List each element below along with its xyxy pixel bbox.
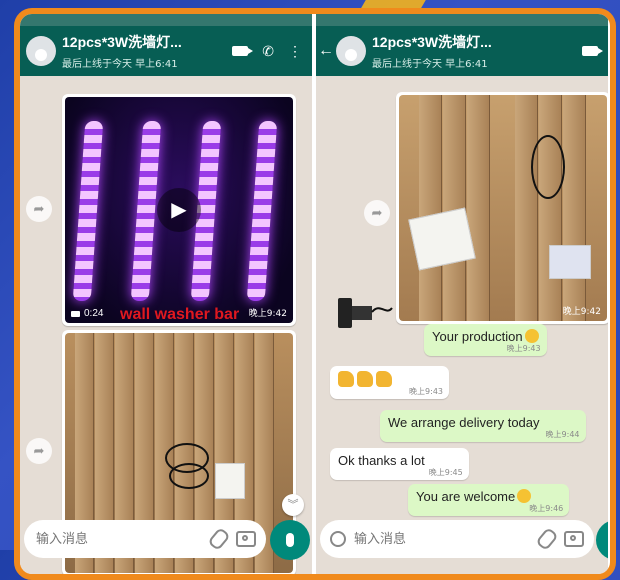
- message-list: ▶ 0:24 晚上9:42 ➦ ➦ ︾: [20, 76, 312, 574]
- avatar[interactable]: [336, 36, 366, 66]
- status-bar: [316, 14, 608, 26]
- message-time: 晚上9:42: [248, 309, 287, 319]
- video-thumbnail: ▶ 0:24 晚上9:42: [65, 97, 293, 323]
- message-bubble[interactable]: You are welcome 晚上9:46: [408, 484, 570, 516]
- camera-icon[interactable]: [564, 531, 584, 547]
- video-camera-icon: [71, 310, 80, 317]
- forward-icon[interactable]: ➦: [26, 438, 52, 464]
- attach-icon[interactable]: [207, 526, 231, 552]
- thumbs-up-icon: [338, 371, 354, 387]
- video-caption: wall washer bar: [120, 306, 240, 323]
- chat-header: 12pcs*3W洗墙灯... 最后上线于今天 早上6:41 ✆ ⋮: [20, 26, 312, 76]
- image-message[interactable]: 晚上9:42: [396, 92, 608, 324]
- emoji-icon[interactable]: [330, 531, 346, 547]
- mic-icon: [286, 533, 294, 547]
- forward-icon[interactable]: ➦: [364, 200, 390, 226]
- status-bar: [20, 14, 312, 26]
- thumbs-up-icon: [357, 371, 373, 387]
- contact-name[interactable]: 12pcs*3W洗墙灯...: [372, 32, 582, 52]
- video-call-icon[interactable]: [232, 46, 254, 56]
- contact-name[interactable]: 12pcs*3W洗墙灯...: [62, 32, 232, 52]
- led-fixture-sketch: [338, 298, 393, 328]
- image-thumbnail: 晚上9:42: [399, 95, 607, 321]
- attach-icon[interactable]: [535, 526, 559, 552]
- forward-icon[interactable]: ➦: [26, 196, 52, 222]
- message-input[interactable]: [34, 530, 202, 548]
- last-seen: 最后上线于今天 早上6:41: [372, 59, 488, 70]
- message-time: 晚上9:42: [562, 307, 601, 317]
- video-duration: 0:24: [71, 308, 103, 319]
- smiley-emoji-icon: [517, 489, 532, 503]
- smiley-emoji-icon: [524, 329, 539, 343]
- message-input-bar: [24, 520, 266, 558]
- message-bubble[interactable]: Your production 晚上9:43: [424, 324, 547, 356]
- more-icon[interactable]: ⋮: [288, 43, 302, 60]
- video-call-icon[interactable]: [582, 46, 603, 56]
- chat-pane-left: 12pcs*3W洗墙灯... 最后上线于今天 早上6:41 ✆ ⋮ ▶ 0:24…: [20, 14, 312, 574]
- back-arrow-icon[interactable]: ←: [318, 42, 334, 60]
- avatar[interactable]: [26, 36, 56, 66]
- phone-icon[interactable]: ✆: [262, 43, 274, 60]
- camera-icon[interactable]: [236, 531, 256, 547]
- message-input[interactable]: [352, 530, 530, 548]
- play-icon[interactable]: ▶: [157, 188, 201, 232]
- mic-button[interactable]: [270, 520, 310, 560]
- message-input-bar: [320, 520, 594, 558]
- screenshot-frame: 12pcs*3W洗墙灯... 最后上线于今天 早上6:41 ✆ ⋮ ▶ 0:24…: [14, 8, 616, 580]
- message-bubble[interactable]: We arrange delivery today 晚上9:44: [380, 410, 586, 442]
- scroll-down-icon[interactable]: ︾: [282, 494, 304, 516]
- chat-header: ← 12pcs*3W洗墙灯... 最后上线于今天 早上6:41: [316, 26, 608, 76]
- thumbs-up-icon: [376, 371, 392, 387]
- message-bubble[interactable]: 晚上9:43: [330, 366, 449, 399]
- last-seen: 最后上线于今天 早上6:41: [62, 59, 178, 70]
- message-bubble[interactable]: Ok thanks a lot 晚上9:45: [330, 448, 469, 480]
- video-message[interactable]: ▶ 0:24 晚上9:42: [62, 94, 296, 326]
